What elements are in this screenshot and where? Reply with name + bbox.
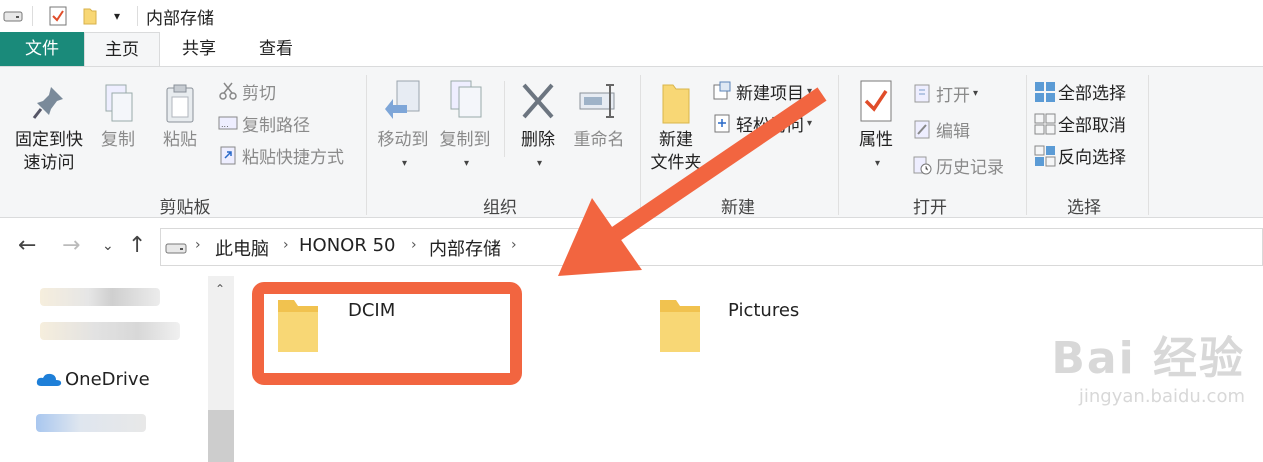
breadcrumb-honor-50[interactable]: HONOR 50 [299, 235, 395, 256]
blurred-nav-item[interactable] [40, 288, 160, 306]
paste-shortcut-icon [218, 145, 238, 165]
history-button[interactable]: 历史记录 [912, 151, 1004, 179]
breadcrumb-internal-storage[interactable]: 内部存储 [429, 235, 501, 261]
drive-icon [165, 240, 187, 259]
open-button[interactable]: 打开 ▾ [912, 79, 978, 107]
select-none-button[interactable]: 全部取消 [1034, 109, 1126, 137]
properties-button[interactable]: 属性 ▾ [848, 79, 904, 175]
scroll-up-icon[interactable]: ⌃ [215, 282, 225, 296]
drive-icon[interactable] [2, 6, 24, 26]
window-title: 内部存储 [146, 9, 214, 29]
recent-locations-chevron-icon[interactable]: ⌄ [102, 238, 114, 254]
breadcrumb-chevron-icon[interactable]: › [195, 237, 201, 253]
cut-button[interactable]: 剪切 [218, 77, 276, 105]
group-label-organize: 组织 [483, 198, 517, 218]
navigation-pane: OneDrive [0, 276, 232, 462]
annotation-highlight-box [252, 282, 522, 385]
invert-selection-icon [1034, 145, 1056, 167]
group-label-clipboard: 剪贴板 [159, 198, 211, 218]
svg-text:...: ... [221, 120, 229, 129]
edit-button[interactable]: 编辑 [912, 115, 970, 143]
pin-icon [6, 83, 92, 129]
edit-pencil-icon [912, 119, 932, 139]
baidu-watermark: Bai 经验 jingyan.baidu.com [1051, 322, 1245, 407]
move-to-icon [372, 79, 434, 129]
paste-button[interactable]: 粘贴 [156, 83, 204, 152]
tab-home[interactable]: 主页 [84, 32, 160, 66]
watermark-url: jingyan.baidu.com [1078, 386, 1245, 407]
blurred-nav-item[interactable] [36, 414, 146, 432]
up-arrow-icon[interactable]: ↑ [128, 233, 146, 258]
file-item-pictures[interactable]: Pictures [728, 300, 799, 321]
copy-to-icon [434, 79, 496, 129]
select-all-icon [1034, 81, 1055, 102]
history-icon [912, 155, 932, 175]
select-all-button[interactable]: 全部选择 [1034, 77, 1126, 105]
scrollbar-thumb[interactable] [208, 410, 234, 462]
tab-share[interactable]: 共享 [162, 32, 236, 66]
group-label-open: 打开 [913, 198, 947, 218]
copy-path-icon: ... [218, 113, 238, 133]
properties-quick-icon[interactable] [48, 6, 68, 26]
back-arrow-icon[interactable]: ← [18, 233, 36, 258]
blurred-nav-item[interactable] [40, 322, 180, 340]
scissors-icon [218, 81, 238, 101]
move-to-button[interactable]: 移动到 ▾ [372, 79, 434, 175]
breadcrumb-chevron-icon[interactable]: › [283, 237, 289, 253]
watermark-brand: Bai 经验 [1051, 333, 1245, 384]
copy-path-button[interactable]: ... 复制路径 [218, 109, 310, 137]
nav-item-onedrive[interactable]: OneDrive [65, 369, 150, 390]
tab-view[interactable]: 查看 [238, 32, 314, 66]
annotation-arrow-icon [558, 87, 827, 276]
select-none-icon [1034, 113, 1056, 135]
copy-to-button[interactable]: 复制到 ▾ [434, 79, 496, 175]
tab-file[interactable]: 文件 [0, 32, 84, 66]
new-folder-quick-icon[interactable] [80, 6, 100, 26]
copy-button[interactable]: 复制 [94, 83, 142, 152]
invert-selection-button[interactable]: 反向选择 [1034, 141, 1126, 169]
customize-quick-access-icon[interactable]: ▾ [108, 6, 126, 26]
group-label-select: 选择 [1067, 198, 1101, 218]
paste-shortcut-button[interactable]: 粘贴快捷方式 [218, 141, 344, 169]
copy-icon [94, 83, 142, 129]
breadcrumb-chevron-icon[interactable]: › [411, 237, 417, 253]
onedrive-cloud-icon [36, 372, 62, 392]
pin-to-quick-access-button[interactable]: 固定到快 速访问 [6, 83, 92, 175]
title-bar: ▾ 内部存储 [0, 0, 1263, 32]
paste-icon [156, 83, 204, 129]
properties-icon [848, 79, 904, 129]
folder-icon[interactable] [656, 294, 704, 360]
breadcrumb-this-pc[interactable]: 此电脑 [215, 235, 269, 261]
ribbon-tabs: 文件 主页 共享 查看 [0, 32, 1263, 66]
forward-arrow-icon[interactable]: → [62, 233, 80, 258]
open-icon [912, 83, 932, 103]
breadcrumb-chevron-icon[interactable]: › [511, 237, 517, 253]
